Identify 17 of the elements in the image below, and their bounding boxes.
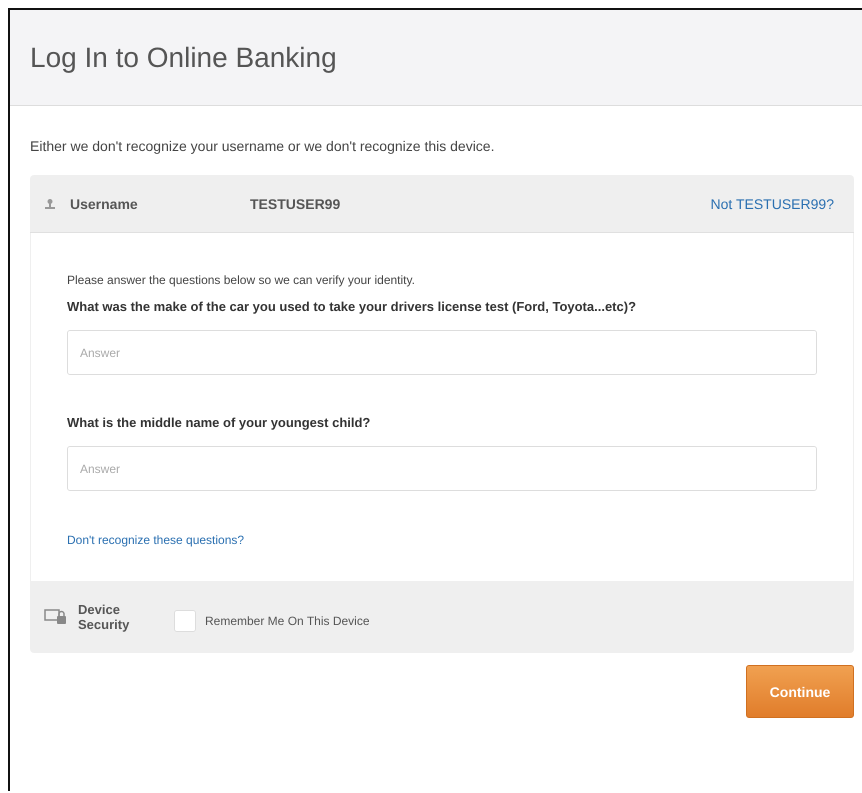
continue-button[interactable]: Continue: [746, 665, 854, 718]
not-user-link[interactable]: Not TESTUSER99?: [710, 196, 834, 212]
help-link[interactable]: Don't recognize these questions?: [67, 533, 244, 547]
answer-field[interactable]: Answer: [67, 446, 817, 491]
remember-checkbox[interactable]: [174, 610, 196, 632]
device-security-label: Device Security: [78, 602, 130, 632]
answer-field[interactable]: Answer: [67, 330, 817, 375]
device-lock-icon: [44, 609, 68, 625]
username-value: TESTUSER99: [250, 196, 342, 212]
remember-label: Remember Me On This Device: [205, 614, 370, 628]
intro-text: Either we don't recognize your username or we don't recognize this device.: [30, 138, 496, 154]
person-icon: [44, 198, 56, 210]
question-text: What was the make of the car you used to take your drivers license test (Ford, Toyota...etc)?: [67, 299, 638, 314]
question-text: What is the middle name of your youngest child?: [67, 415, 372, 430]
page-title: Log In to Online Banking: [30, 42, 337, 74]
instructions-text: Please answer the questions below so we can verify your identity.: [67, 273, 416, 287]
username-label: Username: [70, 196, 139, 212]
